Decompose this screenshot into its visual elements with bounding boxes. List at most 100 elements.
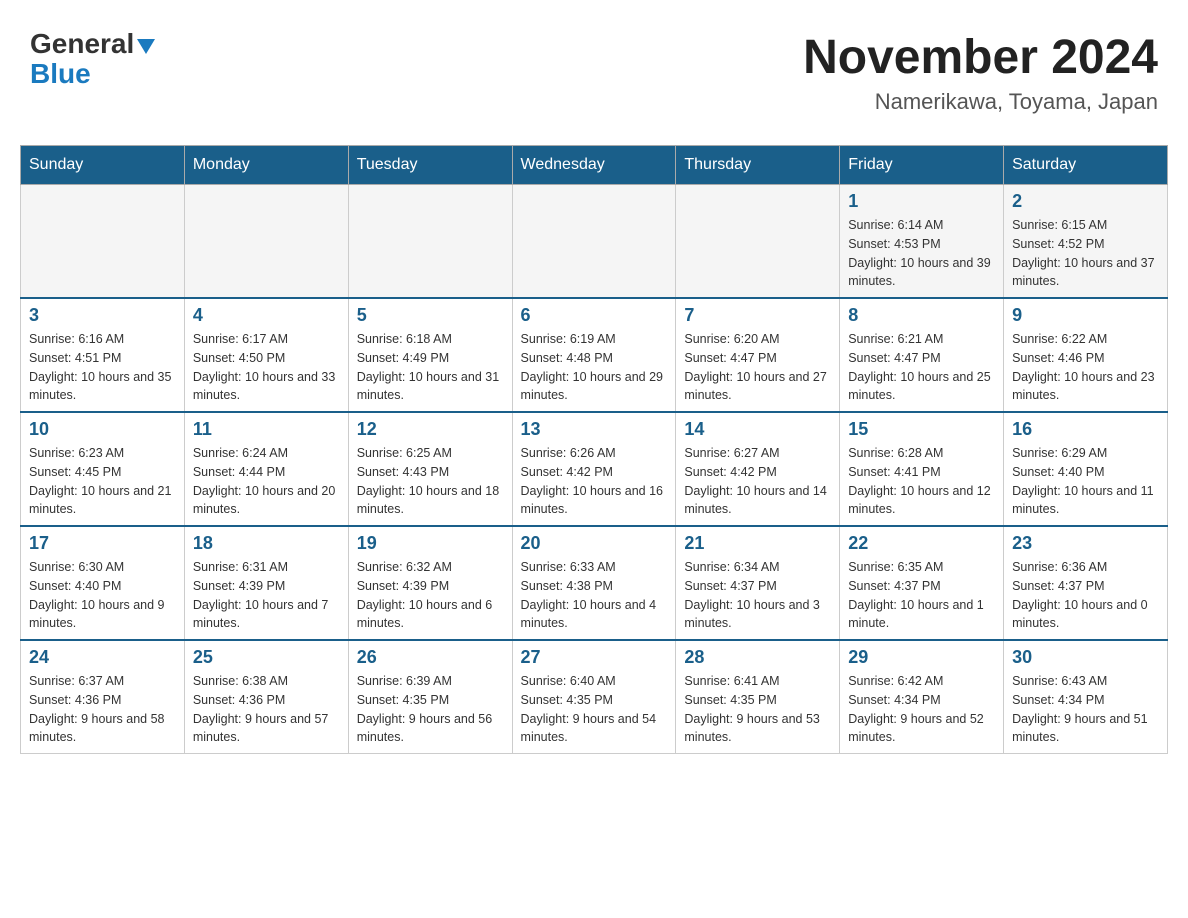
day-info: Sunrise: 6:15 AM Sunset: 4:52 PM Dayligh… xyxy=(1012,216,1159,291)
calendar-cell: 5 Sunrise: 6:18 AM Sunset: 4:49 PM Daylig… xyxy=(348,298,512,412)
day-number: 10 xyxy=(29,419,176,440)
calendar-cell xyxy=(512,185,676,299)
day-info: Sunrise: 6:22 AM Sunset: 4:46 PM Dayligh… xyxy=(1012,330,1159,405)
calendar-week-row: 24 Sunrise: 6:37 AM Sunset: 4:36 PM Dayli… xyxy=(21,640,1168,754)
column-header-friday: Friday xyxy=(840,146,1004,185)
column-header-sunday: Sunday xyxy=(21,146,185,185)
calendar-cell: 3 Sunrise: 6:16 AM Sunset: 4:51 PM Daylig… xyxy=(21,298,185,412)
calendar-cell: 14 Sunrise: 6:27 AM Sunset: 4:42 PM Dayli… xyxy=(676,412,840,526)
day-number: 23 xyxy=(1012,533,1159,554)
calendar-week-row: 3 Sunrise: 6:16 AM Sunset: 4:51 PM Daylig… xyxy=(21,298,1168,412)
day-info: Sunrise: 6:31 AM Sunset: 4:39 PM Dayligh… xyxy=(193,558,340,633)
day-number: 27 xyxy=(521,647,668,668)
calendar-cell: 10 Sunrise: 6:23 AM Sunset: 4:45 PM Dayli… xyxy=(21,412,185,526)
column-header-saturday: Saturday xyxy=(1004,146,1168,185)
day-info: Sunrise: 6:27 AM Sunset: 4:42 PM Dayligh… xyxy=(684,444,831,519)
day-number: 3 xyxy=(29,305,176,326)
day-number: 28 xyxy=(684,647,831,668)
calendar-cell: 13 Sunrise: 6:26 AM Sunset: 4:42 PM Dayli… xyxy=(512,412,676,526)
day-number: 24 xyxy=(29,647,176,668)
day-number: 1 xyxy=(848,191,995,212)
day-info: Sunrise: 6:43 AM Sunset: 4:34 PM Dayligh… xyxy=(1012,672,1159,747)
calendar-cell: 27 Sunrise: 6:40 AM Sunset: 4:35 PM Dayli… xyxy=(512,640,676,754)
calendar-table: SundayMondayTuesdayWednesdayThursdayFrid… xyxy=(20,145,1168,754)
column-header-wednesday: Wednesday xyxy=(512,146,676,185)
day-info: Sunrise: 6:18 AM Sunset: 4:49 PM Dayligh… xyxy=(357,330,504,405)
day-number: 2 xyxy=(1012,191,1159,212)
calendar-cell: 4Sunrise: 6:17 AM Sunset: 4:50 PM Daylig… xyxy=(184,298,348,412)
column-header-monday: Monday xyxy=(184,146,348,185)
day-info: Sunrise: 6:16 AM Sunset: 4:51 PM Dayligh… xyxy=(29,330,176,405)
calendar-cell: 26Sunrise: 6:39 AM Sunset: 4:35 PM Dayli… xyxy=(348,640,512,754)
day-number: 15 xyxy=(848,419,995,440)
day-info: Sunrise: 6:36 AM Sunset: 4:37 PM Dayligh… xyxy=(1012,558,1159,633)
column-header-tuesday: Tuesday xyxy=(348,146,512,185)
calendar-cell xyxy=(348,185,512,299)
calendar-cell xyxy=(676,185,840,299)
day-number: 25 xyxy=(193,647,340,668)
page-header: General Blue November 2024 Namerikawa, T… xyxy=(20,20,1168,125)
day-number: 22 xyxy=(848,533,995,554)
day-info: Sunrise: 6:21 AM Sunset: 4:47 PM Dayligh… xyxy=(848,330,995,405)
calendar-cell: 15 Sunrise: 6:28 AM Sunset: 4:41 PM Dayli… xyxy=(840,412,1004,526)
calendar-cell: 19 Sunrise: 6:32 AM Sunset: 4:39 PM Dayli… xyxy=(348,526,512,640)
location-subtitle: Namerikawa, Toyama, Japan xyxy=(803,89,1158,115)
day-info: Sunrise: 6:26 AM Sunset: 4:42 PM Dayligh… xyxy=(521,444,668,519)
day-number: 14 xyxy=(684,419,831,440)
calendar-cell: 1 Sunrise: 6:14 AM Sunset: 4:53 PM Daylig… xyxy=(840,185,1004,299)
calendar-cell: 25 Sunrise: 6:38 AM Sunset: 4:36 PM Dayli… xyxy=(184,640,348,754)
day-info: Sunrise: 6:20 AM Sunset: 4:47 PM Dayligh… xyxy=(684,330,831,405)
day-info: Sunrise: 6:30 AM Sunset: 4:40 PM Dayligh… xyxy=(29,558,176,633)
calendar-cell: 23 Sunrise: 6:36 AM Sunset: 4:37 PM Dayli… xyxy=(1004,526,1168,640)
calendar-week-row: 17Sunrise: 6:30 AM Sunset: 4:40 PM Dayli… xyxy=(21,526,1168,640)
calendar-cell: 11 Sunrise: 6:24 AM Sunset: 4:44 PM Dayli… xyxy=(184,412,348,526)
day-number: 6 xyxy=(521,305,668,326)
day-number: 7 xyxy=(684,305,831,326)
day-number: 26 xyxy=(357,647,504,668)
calendar-cell: 22Sunrise: 6:35 AM Sunset: 4:37 PM Dayli… xyxy=(840,526,1004,640)
day-info: Sunrise: 6:42 AM Sunset: 4:34 PM Dayligh… xyxy=(848,672,995,747)
calendar-cell: 17Sunrise: 6:30 AM Sunset: 4:40 PM Dayli… xyxy=(21,526,185,640)
day-info: Sunrise: 6:25 AM Sunset: 4:43 PM Dayligh… xyxy=(357,444,504,519)
day-info: Sunrise: 6:38 AM Sunset: 4:36 PM Dayligh… xyxy=(193,672,340,747)
day-info: Sunrise: 6:41 AM Sunset: 4:35 PM Dayligh… xyxy=(684,672,831,747)
calendar-cell: 9 Sunrise: 6:22 AM Sunset: 4:46 PM Daylig… xyxy=(1004,298,1168,412)
calendar-cell: 7 Sunrise: 6:20 AM Sunset: 4:47 PM Daylig… xyxy=(676,298,840,412)
day-info: Sunrise: 6:19 AM Sunset: 4:48 PM Dayligh… xyxy=(521,330,668,405)
calendar-cell: 8 Sunrise: 6:21 AM Sunset: 4:47 PM Daylig… xyxy=(840,298,1004,412)
day-number: 13 xyxy=(521,419,668,440)
day-info: Sunrise: 6:23 AM Sunset: 4:45 PM Dayligh… xyxy=(29,444,176,519)
calendar-cell: 24 Sunrise: 6:37 AM Sunset: 4:36 PM Dayli… xyxy=(21,640,185,754)
calendar-cell: 28 Sunrise: 6:41 AM Sunset: 4:35 PM Dayli… xyxy=(676,640,840,754)
day-number: 4 xyxy=(193,305,340,326)
day-info: Sunrise: 6:28 AM Sunset: 4:41 PM Dayligh… xyxy=(848,444,995,519)
title-area: November 2024 Namerikawa, Toyama, Japan xyxy=(803,30,1158,115)
day-info: Sunrise: 6:34 AM Sunset: 4:37 PM Dayligh… xyxy=(684,558,831,633)
day-number: 8 xyxy=(848,305,995,326)
day-number: 21 xyxy=(684,533,831,554)
day-number: 5 xyxy=(357,305,504,326)
day-number: 9 xyxy=(1012,305,1159,326)
day-number: 18 xyxy=(193,533,340,554)
calendar-cell: 6 Sunrise: 6:19 AM Sunset: 4:48 PM Daylig… xyxy=(512,298,676,412)
day-info: Sunrise: 6:32 AM Sunset: 4:39 PM Dayligh… xyxy=(357,558,504,633)
logo: General Blue xyxy=(30,30,155,90)
calendar-cell: 18 Sunrise: 6:31 AM Sunset: 4:39 PM Dayli… xyxy=(184,526,348,640)
calendar-cell: 2 Sunrise: 6:15 AM Sunset: 4:52 PM Daylig… xyxy=(1004,185,1168,299)
day-number: 11 xyxy=(193,419,340,440)
calendar-cell: 29 Sunrise: 6:42 AM Sunset: 4:34 PM Dayli… xyxy=(840,640,1004,754)
calendar-cell xyxy=(184,185,348,299)
day-number: 29 xyxy=(848,647,995,668)
day-number: 20 xyxy=(521,533,668,554)
calendar-week-row: 1 Sunrise: 6:14 AM Sunset: 4:53 PM Daylig… xyxy=(21,185,1168,299)
column-header-thursday: Thursday xyxy=(676,146,840,185)
calendar-cell: 20Sunrise: 6:33 AM Sunset: 4:38 PM Dayli… xyxy=(512,526,676,640)
calendar-cell xyxy=(21,185,185,299)
day-info: Sunrise: 6:14 AM Sunset: 4:53 PM Dayligh… xyxy=(848,216,995,291)
day-info: Sunrise: 6:24 AM Sunset: 4:44 PM Dayligh… xyxy=(193,444,340,519)
day-info: Sunrise: 6:37 AM Sunset: 4:36 PM Dayligh… xyxy=(29,672,176,747)
logo-blue-text: Blue xyxy=(30,58,91,90)
day-number: 19 xyxy=(357,533,504,554)
day-info: Sunrise: 6:40 AM Sunset: 4:35 PM Dayligh… xyxy=(521,672,668,747)
calendar-cell: 30Sunrise: 6:43 AM Sunset: 4:34 PM Dayli… xyxy=(1004,640,1168,754)
